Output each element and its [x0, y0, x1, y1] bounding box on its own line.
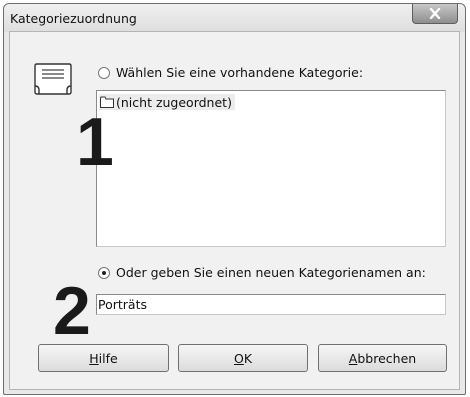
- new-category-radio[interactable]: [98, 267, 110, 279]
- existing-category-radio[interactable]: [98, 67, 110, 79]
- ok-button-label: OK: [233, 350, 253, 366]
- window-title: Kategoriezuordnung: [10, 11, 137, 26]
- close-button[interactable]: [412, 4, 458, 24]
- new-category-label[interactable]: Oder geben Sie einen neuen Kategoriename…: [116, 265, 426, 280]
- step-marker-2: 2: [53, 273, 91, 349]
- cancel-button[interactable]: Abbrechen: [318, 344, 447, 372]
- help-button-label: Hilfe: [89, 350, 118, 366]
- step-marker-1: 1: [76, 104, 114, 180]
- title-bar: Kategoriezuordnung: [4, 4, 465, 32]
- list-item-label: (nicht zugeordnet): [116, 94, 232, 110]
- ok-button[interactable]: OK: [178, 344, 308, 372]
- help-button[interactable]: Hilfe: [38, 344, 169, 372]
- existing-category-label[interactable]: Wählen Sie eine vorhandene Kategorie:: [116, 65, 363, 80]
- cancel-button-label: Abbrechen: [348, 350, 417, 366]
- category-card-icon: [34, 63, 72, 95]
- close-icon: [429, 8, 441, 19]
- list-item[interactable]: (nicht zugeordnet): [99, 94, 235, 110]
- new-category-input[interactable]: [96, 294, 446, 315]
- category-listbox[interactable]: (nicht zugeordnet): [96, 90, 446, 247]
